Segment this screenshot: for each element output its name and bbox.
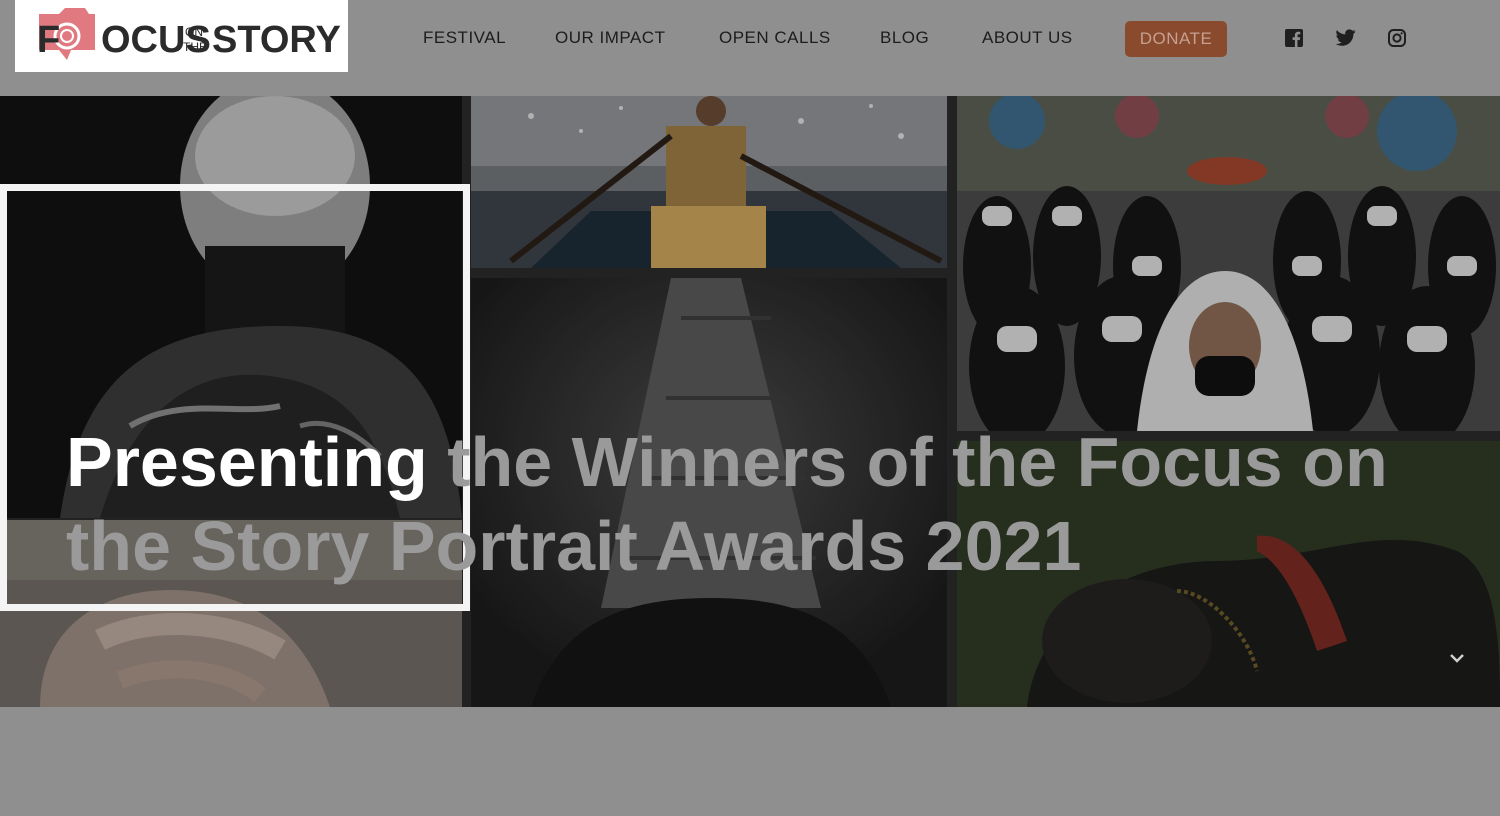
page-footer-area [0, 707, 1500, 816]
site-logo[interactable]: F OCUS ON THE STORY [15, 0, 348, 72]
instagram-icon[interactable] [1388, 29, 1408, 49]
donate-button[interactable]: DONATE [1125, 21, 1227, 57]
hero-collage [0, 96, 1500, 707]
twitter-icon[interactable] [1335, 29, 1356, 49]
nav-festival[interactable]: FESTIVAL [423, 28, 506, 48]
site-header: F OCUS ON THE STORY FESTIVAL OUR IMPACT … [0, 0, 1500, 96]
headline-highlight: Presenting [66, 423, 428, 501]
photo-women-masks[interactable] [957, 96, 1500, 431]
facebook-icon[interactable] [1285, 29, 1305, 49]
logo-f: F [37, 19, 60, 61]
focus-on-the-story-logo: F OCUS ON THE STORY [37, 8, 341, 61]
nav-blog[interactable]: BLOG [880, 28, 929, 48]
logo-on: ON [185, 25, 203, 39]
nav-open-calls[interactable]: OPEN CALLS [719, 28, 831, 48]
hero-headline: Presenting the Winners of the Focus on t… [66, 420, 1426, 588]
logo-the: THE [183, 40, 207, 54]
nav-our-impact[interactable]: OUR IMPACT [555, 28, 665, 48]
nav-about-us[interactable]: ABOUT US [982, 28, 1073, 48]
photo-boatman-rowing[interactable] [471, 96, 947, 268]
scroll-down-chevron-icon[interactable] [1447, 651, 1467, 665]
logo-story: STORY [212, 19, 341, 61]
